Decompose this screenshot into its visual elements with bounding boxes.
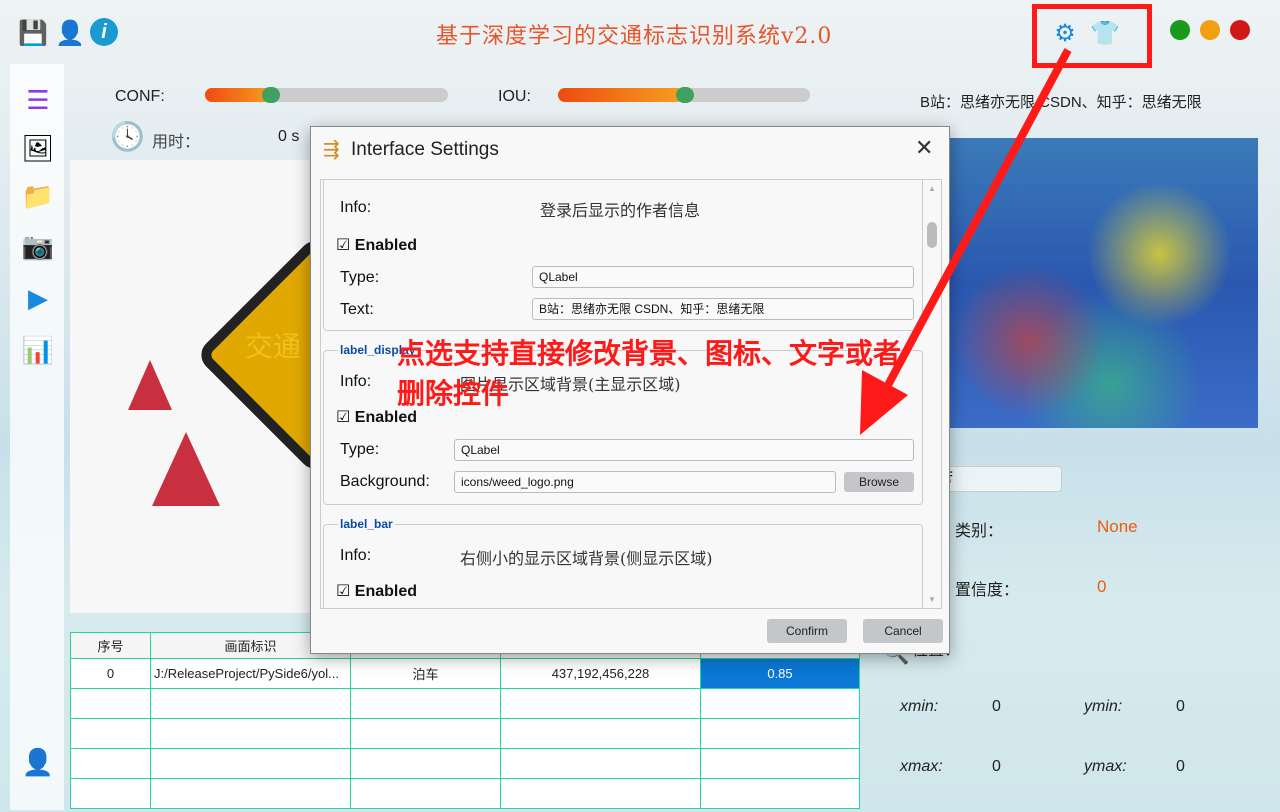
iou-slider[interactable]: [558, 87, 810, 103]
info-label: Info:: [340, 547, 372, 564]
enabled-label: Enabled: [354, 583, 418, 600]
cell[interactable]: 437,192,456,228: [500, 658, 701, 689]
ymin-label: ymin:: [1084, 698, 1123, 715]
type-label: Type:: [340, 269, 380, 286]
avatar-icon[interactable]: 👤: [18, 742, 58, 782]
enabled-checkbox[interactable]: ☑ Enabled: [336, 235, 417, 255]
col-header[interactable]: 序号: [70, 632, 151, 659]
menu-icon[interactable]: ☰: [18, 80, 58, 120]
minimize-button[interactable]: [1200, 20, 1220, 40]
xmax-label: xmax:: [900, 758, 943, 775]
save-icon[interactable]: 💾: [18, 18, 48, 48]
model-icon[interactable]: 📊: [18, 330, 58, 370]
play-icon[interactable]: ▶: [18, 278, 58, 318]
xmin-value: 0: [992, 698, 1001, 715]
enabled-label: Enabled: [354, 237, 418, 254]
cancel-button[interactable]: Cancel: [863, 619, 943, 643]
image-icon[interactable]: 🖼: [18, 128, 58, 168]
text-label: Text:: [340, 301, 374, 318]
type-label: Type:: [340, 441, 380, 458]
user-icon[interactable]: 👤: [55, 18, 85, 48]
timer-value: 0 s: [278, 128, 300, 145]
info-label: Info:: [340, 373, 372, 390]
class-label: 类别：: [955, 523, 1004, 540]
cell[interactable]: 泊车: [350, 658, 501, 689]
conf-result-label: 置信度：: [955, 582, 1020, 599]
signpost-icon: ⇶: [323, 139, 340, 161]
group-author: Info: 登录后显示的作者信息 ☑ Enabled Type: QLabel …: [323, 180, 923, 331]
type-input[interactable]: QLabel: [454, 439, 914, 461]
enabled-checkbox[interactable]: ☑ Enabled: [336, 581, 417, 601]
cell[interactable]: 0.85: [700, 658, 860, 689]
browse-button[interactable]: Browse: [844, 472, 914, 492]
sign-text: 交通: [245, 330, 302, 363]
cell[interactable]: 0: [70, 658, 151, 689]
ymax-value: 0: [1176, 758, 1185, 775]
xmax-value: 0: [992, 758, 1001, 775]
class-value: None: [1097, 517, 1138, 536]
ymin-value: 0: [1176, 698, 1185, 715]
group-title: label_bar: [338, 517, 395, 531]
conf-result-value: 0: [1097, 577, 1107, 596]
annotation-arrow: [860, 48, 1072, 435]
shirt-icon[interactable]: 👕: [1090, 18, 1120, 48]
maximize-button[interactable]: [1170, 20, 1190, 40]
close-button[interactable]: [1230, 20, 1250, 40]
clock-icon: 🕓: [110, 121, 145, 152]
ymax-label: ymax:: [1084, 758, 1127, 775]
annotation-text: 点选支持直接修改背景、图标、文字或者删除控件: [397, 338, 902, 409]
table-row[interactable]: 0 J:/ReleaseProject/PySide6/yol... 泊车 437,1…: [70, 658, 860, 689]
group-label-bar: label_bar Info: 右侧小的显示区域背景(侧显示区域) ☑ Enab…: [323, 517, 923, 608]
app-title: 基于深度学习的交通标志识别系统v2.0: [436, 24, 833, 49]
xmin-label: xmin:: [900, 698, 939, 715]
dialog-title: Interface Settings: [351, 139, 499, 160]
info-label: Info:: [340, 199, 372, 216]
info-icon[interactable]: i: [90, 18, 118, 46]
camera-icon[interactable]: 📷: [18, 226, 58, 266]
background-input[interactable]: icons/weed_logo.png: [454, 471, 836, 493]
results-table: 序号画面标识类别位置置信度 0J:/ReleaseProject/PySide6…: [70, 632, 860, 809]
confirm-button[interactable]: Confirm: [767, 619, 847, 643]
conf-label: CONF:: [115, 88, 165, 105]
timer-label: 用时：: [152, 134, 201, 151]
cell[interactable]: J:/ReleaseProject/PySide6/yol...: [150, 658, 351, 689]
info-value: 登录后显示的作者信息: [540, 201, 701, 220]
conf-slider[interactable]: [205, 87, 448, 103]
folder-icon[interactable]: 📁: [18, 176, 58, 216]
info-value: 右侧小的显示区域背景(侧显示区域): [460, 549, 713, 568]
iou-label: IOU:: [498, 88, 531, 105]
background-label: Background:: [340, 473, 430, 490]
